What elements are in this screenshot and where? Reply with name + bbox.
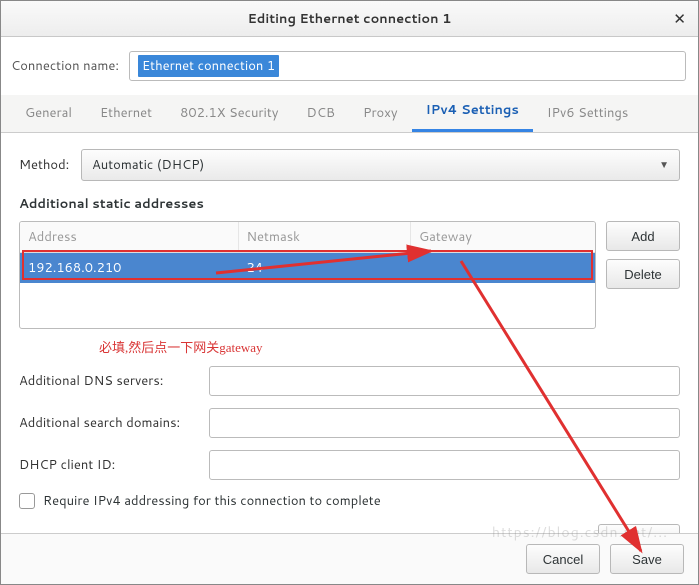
- cell-netmask: 24: [239, 253, 412, 283]
- connection-name-label: Connection name:: [7, 57, 119, 75]
- dhcp-label: DHCP client ID:: [19, 456, 199, 474]
- addresses-table[interactable]: Address Netmask Gateway 192.168.0.210 24: [19, 221, 596, 329]
- dialog-footer: Cancel Save: [1, 533, 698, 584]
- tab-general[interactable]: General: [11, 94, 86, 132]
- addresses-section-label: Additional static addresses: [19, 195, 680, 213]
- titlebar: Editing Ethernet connection 1 ✕: [1, 1, 698, 37]
- dns-row: Additional DNS servers:: [19, 366, 680, 396]
- ipv4-panel: Method: Automatic (DHCP) ▼ Additional st…: [1, 133, 698, 554]
- table-header: Address Netmask Gateway: [20, 222, 595, 253]
- search-label: Additional search domains:: [19, 414, 199, 432]
- dhcp-row: DHCP client ID:: [19, 450, 680, 480]
- method-label: Method:: [19, 156, 71, 174]
- tab-security[interactable]: 802.1X Security: [166, 94, 292, 132]
- cell-gateway: [411, 253, 595, 283]
- connection-name-row: Connection name: Ethernet connection 1: [1, 37, 698, 95]
- close-icon[interactable]: ✕: [673, 8, 686, 29]
- add-button[interactable]: Add: [606, 221, 680, 251]
- col-gateway: Gateway: [411, 222, 595, 252]
- col-netmask: Netmask: [239, 222, 412, 252]
- tab-dcb[interactable]: DCB: [293, 94, 349, 132]
- delete-button[interactable]: Delete: [606, 259, 680, 289]
- addresses-wrap: Address Netmask Gateway 192.168.0.210 24…: [19, 221, 680, 329]
- tab-ethernet[interactable]: Ethernet: [86, 94, 166, 132]
- dns-input[interactable]: [209, 366, 680, 396]
- col-address: Address: [20, 222, 239, 252]
- tabs: General Ethernet 802.1X Security DCB Pro…: [1, 95, 698, 133]
- annotation-text: 必填,然后点一下网关gateway: [99, 337, 680, 356]
- connection-name-input[interactable]: Ethernet connection 1: [129, 51, 686, 81]
- dns-label: Additional DNS servers:: [19, 372, 199, 390]
- window-title: Editing Ethernet connection 1: [248, 10, 452, 28]
- method-value: Automatic (DHCP): [92, 156, 204, 174]
- tab-proxy[interactable]: Proxy: [349, 94, 412, 132]
- dhcp-input[interactable]: [209, 450, 680, 480]
- cell-address: 192.168.0.210: [20, 253, 239, 283]
- table-row[interactable]: 192.168.0.210 24: [20, 253, 595, 283]
- require-ipv4-checkbox[interactable]: [19, 493, 35, 509]
- connection-name-value: Ethernet connection 1: [138, 55, 279, 77]
- address-buttons: Add Delete: [606, 221, 680, 329]
- method-combo[interactable]: Automatic (DHCP) ▼: [81, 149, 680, 181]
- chevron-down-icon: ▼: [659, 158, 669, 172]
- cancel-button[interactable]: Cancel: [526, 544, 600, 574]
- search-row: Additional search domains:: [19, 408, 680, 438]
- method-row: Method: Automatic (DHCP) ▼: [19, 149, 680, 181]
- tab-ipv6[interactable]: IPv6 Settings: [533, 94, 642, 132]
- search-input[interactable]: [209, 408, 680, 438]
- require-ipv4-label: Require IPv4 addressing for this connect…: [43, 492, 381, 510]
- require-ipv4-row[interactable]: Require IPv4 addressing for this connect…: [19, 492, 680, 510]
- tab-ipv4[interactable]: IPv4 Settings: [412, 91, 533, 132]
- save-button[interactable]: Save: [610, 544, 684, 574]
